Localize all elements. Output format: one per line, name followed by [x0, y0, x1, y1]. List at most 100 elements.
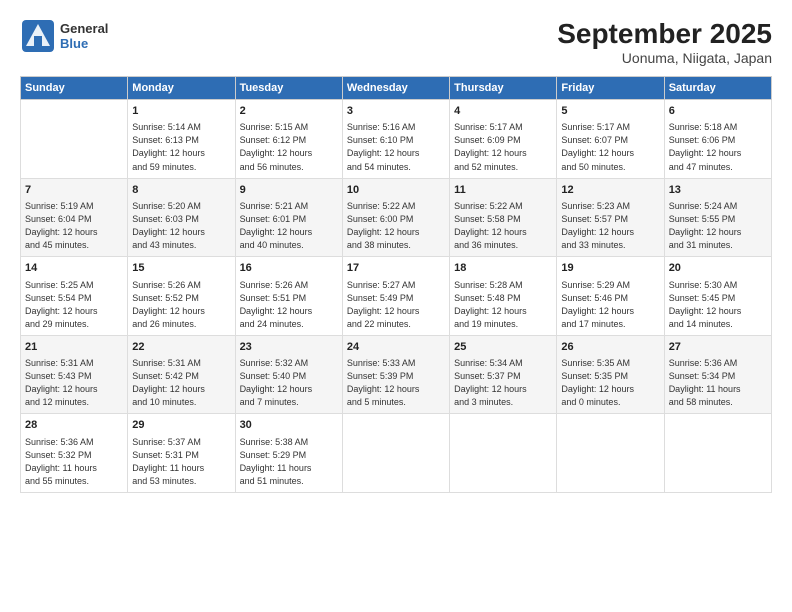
day-number: 16	[240, 261, 338, 276]
calendar-cell: 22 Sunrise: 5:31 AM Sunset: 5:42 PM Dayli…	[128, 335, 235, 414]
cell-info: Sunrise: 5:31 AM Sunset: 5:43 PM Dayligh…	[25, 357, 123, 409]
cell-info: Sunrise: 5:22 AM Sunset: 6:00 PM Dayligh…	[347, 200, 445, 252]
calendar-week-row: 1 Sunrise: 5:14 AM Sunset: 6:13 PM Daylig…	[21, 100, 772, 179]
day-number: 26	[561, 340, 659, 355]
day-number: 6	[669, 104, 767, 119]
cell-info: Sunrise: 5:17 AM Sunset: 6:09 PM Dayligh…	[454, 121, 552, 173]
day-number: 8	[132, 183, 230, 198]
calendar-cell: 19Sunrise: 5:29 AM Sunset: 5:46 PM Dayli…	[557, 257, 664, 336]
day-number: 15	[132, 261, 230, 276]
day-number: 13	[669, 183, 767, 198]
calendar-cell: 28 Sunrise: 5:36 AM Sunset: 5:32 PM Dayli…	[21, 414, 128, 493]
cell-info: Sunrise: 5:16 AM Sunset: 6:10 PM Dayligh…	[347, 121, 445, 173]
calendar-cell: 15 Sunrise: 5:26 AM Sunset: 5:52 PM Dayli…	[128, 257, 235, 336]
day-number: 14	[25, 261, 123, 276]
calendar-cell: 21 Sunrise: 5:31 AM Sunset: 5:43 PM Dayli…	[21, 335, 128, 414]
calendar-cell: 4 Sunrise: 5:17 AM Sunset: 6:09 PM Daylig…	[450, 100, 557, 179]
day-number: 23	[240, 340, 338, 355]
calendar-cell: 23 Sunrise: 5:32 AM Sunset: 5:40 PM Dayli…	[235, 335, 342, 414]
header-day-wednesday: Wednesday	[342, 77, 449, 100]
day-number: 5	[561, 104, 659, 119]
calendar-cell: 18 Sunrise: 5:28 AM Sunset: 5:48 PM Dayli…	[450, 257, 557, 336]
day-number: 12	[561, 183, 659, 198]
day-number: 24	[347, 340, 445, 355]
calendar-cell: 2 Sunrise: 5:15 AM Sunset: 6:12 PM Daylig…	[235, 100, 342, 179]
cell-info: Sunrise: 5:32 AM Sunset: 5:40 PM Dayligh…	[240, 357, 338, 409]
calendar-cell: 11 Sunrise: 5:22 AM Sunset: 5:58 PM Dayli…	[450, 178, 557, 257]
header-day-sunday: Sunday	[21, 77, 128, 100]
calendar-cell	[664, 414, 771, 493]
cell-info: Sunrise: 5:36 AM Sunset: 5:34 PM Dayligh…	[669, 357, 767, 409]
calendar-week-row: 28 Sunrise: 5:36 AM Sunset: 5:32 PM Dayli…	[21, 414, 772, 493]
calendar-cell: 12 Sunrise: 5:23 AM Sunset: 5:57 PM Dayli…	[557, 178, 664, 257]
cell-info: Sunrise: 5:15 AM Sunset: 6:12 PM Dayligh…	[240, 121, 338, 173]
cell-info: Sunrise: 5:38 AM Sunset: 5:29 PM Dayligh…	[240, 436, 338, 488]
cell-info: Sunrise: 5:34 AM Sunset: 5:37 PM Dayligh…	[454, 357, 552, 409]
calendar-cell	[450, 414, 557, 493]
day-number: 28	[25, 418, 123, 433]
day-number: 20	[669, 261, 767, 276]
calendar-cell: 13 Sunrise: 5:24 AM Sunset: 5:55 PM Dayli…	[664, 178, 771, 257]
calendar-cell: 7 Sunrise: 5:19 AM Sunset: 6:04 PM Daylig…	[21, 178, 128, 257]
day-number: 18	[454, 261, 552, 276]
calendar-table: SundayMondayTuesdayWednesdayThursdayFrid…	[20, 76, 772, 493]
cell-info: Sunrise: 5:28 AM Sunset: 5:48 PM Dayligh…	[454, 279, 552, 331]
calendar-cell: 10 Sunrise: 5:22 AM Sunset: 6:00 PM Dayli…	[342, 178, 449, 257]
day-number: 7	[25, 183, 123, 198]
logo-blue: Blue	[60, 36, 108, 51]
page-header: General Blue September 2025 Uonuma, Niig…	[20, 18, 772, 66]
header-day-friday: Friday	[557, 77, 664, 100]
day-number: 9	[240, 183, 338, 198]
header-day-monday: Monday	[128, 77, 235, 100]
cell-info: Sunrise: 5:35 AM Sunset: 5:35 PM Dayligh…	[561, 357, 659, 409]
cell-info: Sunrise: 5:21 AM Sunset: 6:01 PM Dayligh…	[240, 200, 338, 252]
calendar-week-row: 21 Sunrise: 5:31 AM Sunset: 5:43 PM Dayli…	[21, 335, 772, 414]
day-number: 10	[347, 183, 445, 198]
day-number: 2	[240, 104, 338, 119]
cell-info: Sunrise: 5:18 AM Sunset: 6:06 PM Dayligh…	[669, 121, 767, 173]
calendar-week-row: 7 Sunrise: 5:19 AM Sunset: 6:04 PM Daylig…	[21, 178, 772, 257]
calendar-cell: 25 Sunrise: 5:34 AM Sunset: 5:37 PM Dayli…	[450, 335, 557, 414]
day-number: 21	[25, 340, 123, 355]
day-number: 4	[454, 104, 552, 119]
day-number: 3	[347, 104, 445, 119]
logo-icon	[20, 18, 56, 54]
cell-info: Sunrise: 5:26 AM Sunset: 5:52 PM Dayligh…	[132, 279, 230, 331]
cell-info: Sunrise: 5:37 AM Sunset: 5:31 PM Dayligh…	[132, 436, 230, 488]
calendar-cell: 9 Sunrise: 5:21 AM Sunset: 6:01 PM Daylig…	[235, 178, 342, 257]
cell-info: Sunrise: 5:33 AM Sunset: 5:39 PM Dayligh…	[347, 357, 445, 409]
calendar-cell: 1 Sunrise: 5:14 AM Sunset: 6:13 PM Daylig…	[128, 100, 235, 179]
cell-info: Sunrise: 5:26 AM Sunset: 5:51 PM Dayligh…	[240, 279, 338, 331]
day-number: 29	[132, 418, 230, 433]
cell-info: Sunrise: 5:31 AM Sunset: 5:42 PM Dayligh…	[132, 357, 230, 409]
cell-info: Sunrise: 5:36 AM Sunset: 5:32 PM Dayligh…	[25, 436, 123, 488]
calendar-cell	[342, 414, 449, 493]
cell-info: Sunrise: 5:19 AM Sunset: 6:04 PM Dayligh…	[25, 200, 123, 252]
cell-info: Sunrise: 5:14 AM Sunset: 6:13 PM Dayligh…	[132, 121, 230, 173]
calendar-header-row: SundayMondayTuesdayWednesdayThursdayFrid…	[21, 77, 772, 100]
cell-info: Sunrise: 5:24 AM Sunset: 5:55 PM Dayligh…	[669, 200, 767, 252]
calendar-cell: 6 Sunrise: 5:18 AM Sunset: 6:06 PM Daylig…	[664, 100, 771, 179]
cell-info: Sunrise: 5:30 AM Sunset: 5:45 PM Dayligh…	[669, 279, 767, 331]
day-number: 30	[240, 418, 338, 433]
calendar-cell: 16 Sunrise: 5:26 AM Sunset: 5:51 PM Dayli…	[235, 257, 342, 336]
day-number: 1	[132, 104, 230, 119]
calendar-cell: 8 Sunrise: 5:20 AM Sunset: 6:03 PM Daylig…	[128, 178, 235, 257]
header-day-thursday: Thursday	[450, 77, 557, 100]
calendar-cell: 20 Sunrise: 5:30 AM Sunset: 5:45 PM Dayli…	[664, 257, 771, 336]
cell-info: Sunrise: 5:23 AM Sunset: 5:57 PM Dayligh…	[561, 200, 659, 252]
calendar-cell: 5Sunrise: 5:17 AM Sunset: 6:07 PM Daylig…	[557, 100, 664, 179]
calendar-cell	[557, 414, 664, 493]
cell-info: Sunrise: 5:22 AM Sunset: 5:58 PM Dayligh…	[454, 200, 552, 252]
cell-info: Sunrise: 5:20 AM Sunset: 6:03 PM Dayligh…	[132, 200, 230, 252]
calendar-cell: 26 Sunrise: 5:35 AM Sunset: 5:35 PM Dayli…	[557, 335, 664, 414]
calendar-cell: 24 Sunrise: 5:33 AM Sunset: 5:39 PM Dayli…	[342, 335, 449, 414]
day-number: 22	[132, 340, 230, 355]
day-number: 25	[454, 340, 552, 355]
calendar-cell: 14Sunrise: 5:25 AM Sunset: 5:54 PM Dayli…	[21, 257, 128, 336]
page-title: September 2025	[557, 18, 772, 50]
calendar-cell: 17Sunrise: 5:27 AM Sunset: 5:49 PM Dayli…	[342, 257, 449, 336]
calendar-cell	[21, 100, 128, 179]
day-number: 11	[454, 183, 552, 198]
calendar-cell: 3 Sunrise: 5:16 AM Sunset: 6:10 PM Daylig…	[342, 100, 449, 179]
